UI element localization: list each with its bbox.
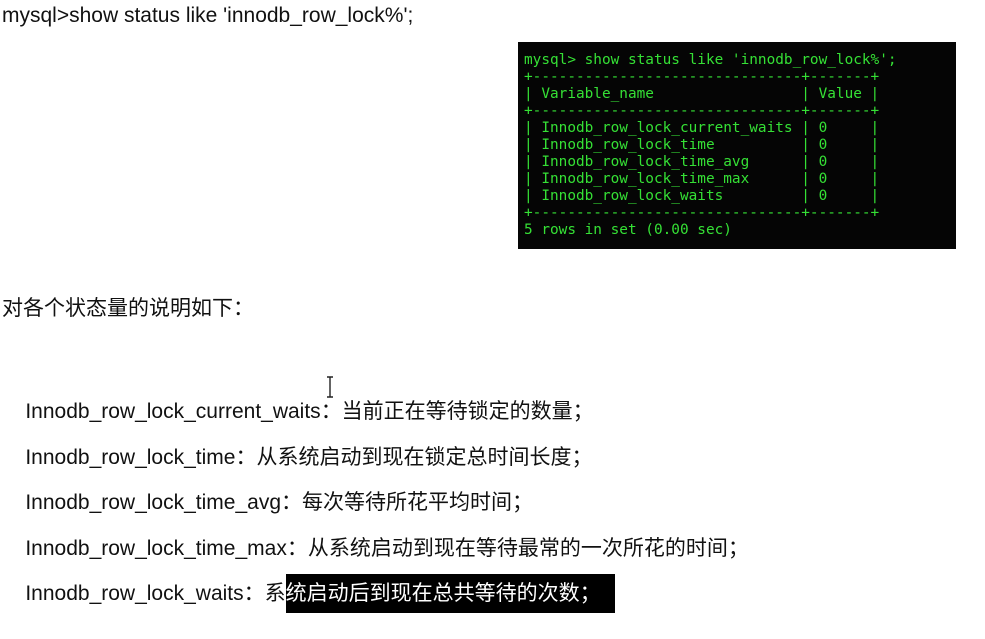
terminal-line: +-------------------------------+-------… — [524, 205, 880, 221]
terminal-line: | Innodb_row_lock_time_max | 0 | — [524, 171, 880, 187]
variable-description: ：每次等待所花平均时间； — [281, 491, 534, 514]
text-cursor-icon — [327, 376, 333, 398]
terminal-line: | Innodb_row_lock_time_avg | 0 | — [524, 154, 880, 170]
terminal-line: | Innodb_row_lock_waits | 0 | — [524, 188, 880, 204]
variable-description: ：从系统启动到现在锁定总时间长度； — [235, 445, 593, 469]
terminal-line: +-------------------------------+-------… — [524, 69, 880, 85]
list-item: Innodb_row_lock_current_waits：当前正在等待锁定的数… — [2, 367, 749, 423]
variable-name: Innodb_row_lock_time_avg — [25, 491, 282, 514]
variable-name: Innodb_row_lock_time — [25, 445, 236, 469]
variable-name: Innodb_row_lock_time_max — [25, 536, 287, 560]
variable-name: Innodb_row_lock_waits — [25, 582, 244, 605]
variable-description: ：系 — [243, 582, 286, 605]
variable-description: ：从系统启动到现在等待最常的一次所花的时间； — [286, 536, 749, 560]
selected-text-highlight[interactable]: 统启动后到现在总共等待的次数； — [285, 574, 615, 613]
terminal-line: | Innodb_row_lock_current_waits | 0 | — [524, 120, 880, 136]
terminal-line: | Innodb_row_lock_time | 0 | — [524, 137, 880, 153]
terminal-line: 5 rows in set (0.00 sec) — [524, 222, 732, 238]
terminal-window: mysql> show status like 'innodb_row_lock… — [518, 42, 956, 249]
command-line: mysql>show status like 'innodb_row_lock%… — [2, 4, 414, 27]
intro-text: 对各个状态量的说明如下： — [2, 297, 254, 320]
terminal-line: +-------------------------------+-------… — [524, 103, 880, 119]
variable-name: Innodb_row_lock_current_waits — [25, 400, 321, 423]
terminal-line: | Variable_name | Value | — [524, 86, 880, 102]
terminal-line: mysql> show status like 'innodb_row_lock… — [524, 52, 897, 68]
variable-description: ：当前正在等待锁定的数量； — [320, 400, 594, 423]
description-list: Innodb_row_lock_current_waits：当前正在等待锁定的数… — [2, 367, 749, 613]
